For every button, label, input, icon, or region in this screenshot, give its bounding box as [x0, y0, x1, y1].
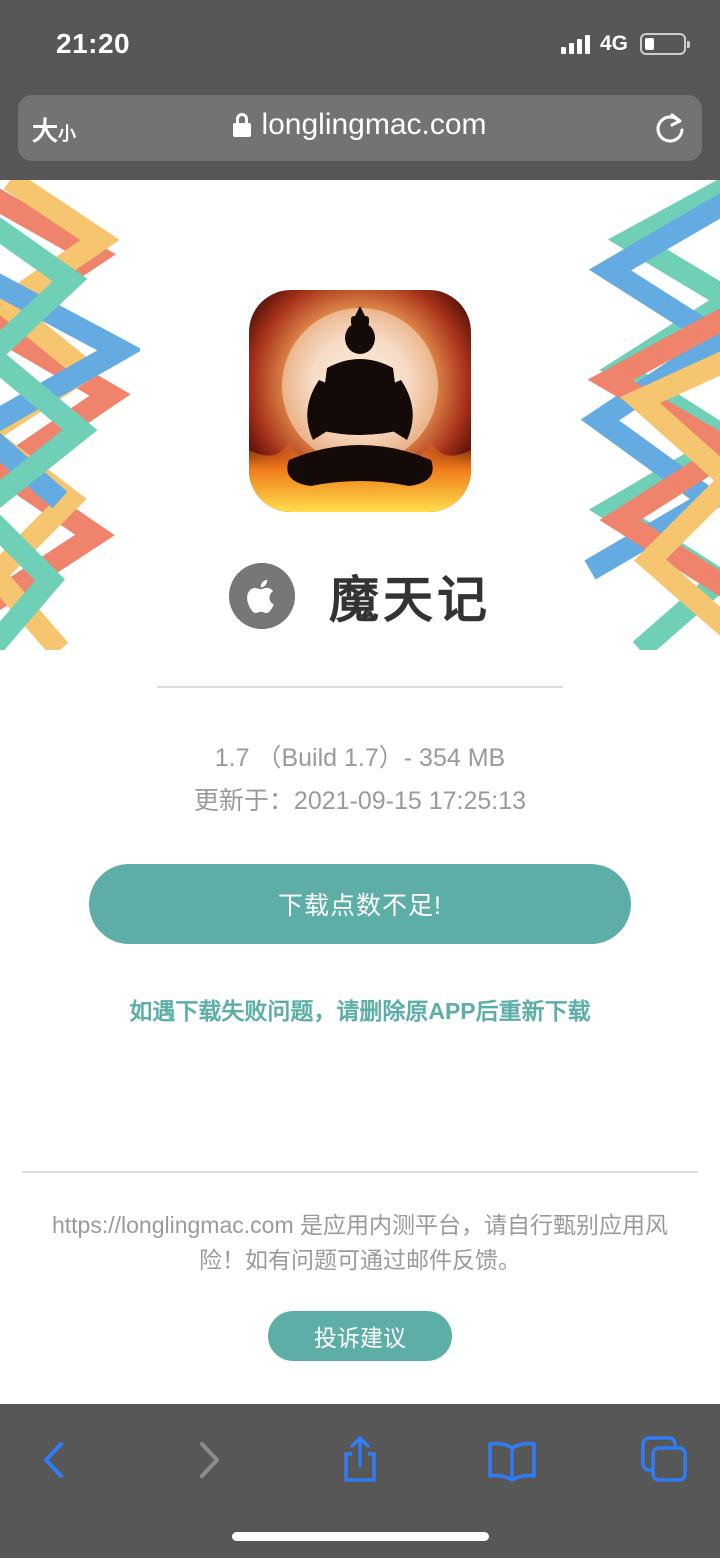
complain-button[interactable]: 投诉建议 [268, 1311, 452, 1361]
url-text: longlingmac.com [261, 108, 487, 141]
bookmarks-icon[interactable] [484, 1432, 540, 1488]
home-indicator [232, 1532, 489, 1541]
lock-icon [233, 113, 252, 137]
share-icon[interactable] [332, 1432, 388, 1488]
version-info: 1.7 （Build 1.7）- 354 MB [214, 744, 506, 772]
status-indicators: 4G [560, 32, 690, 56]
update-time: 更新于：2021-09-15 17:25:13 [193, 787, 527, 815]
url-display[interactable]: longlingmac.com [18, 108, 702, 142]
forward-icon[interactable] [181, 1432, 237, 1488]
app-title-row: 魔天记 [0, 560, 720, 632]
apple-logo-icon [229, 563, 295, 629]
download-button[interactable]: 下载点数不足! [89, 864, 631, 944]
network-type: 4G [599, 32, 628, 55]
app-icon [249, 290, 471, 512]
back-icon[interactable] [26, 1432, 82, 1488]
divider [157, 686, 563, 688]
download-tip: 如遇下载失败问题，请删除原APP后重新下载 [129, 998, 591, 1024]
app-name: 魔天记 [329, 572, 491, 628]
reload-icon[interactable] [652, 110, 688, 146]
footer-notice: https://longlingmac.com 是应用内测平台，请自行甄别应用风… [51, 1212, 668, 1273]
signal-icon [560, 34, 590, 54]
tabs-icon[interactable] [637, 1432, 693, 1488]
battery-icon [640, 33, 690, 55]
browser-top-bar: 21:20 4G 大小 longlingmac.com [0, 0, 720, 180]
address-bar[interactable]: 大小 longlingmac.com [18, 95, 702, 161]
status-time: 21:20 [56, 28, 131, 59]
footer-divider [22, 1171, 698, 1173]
